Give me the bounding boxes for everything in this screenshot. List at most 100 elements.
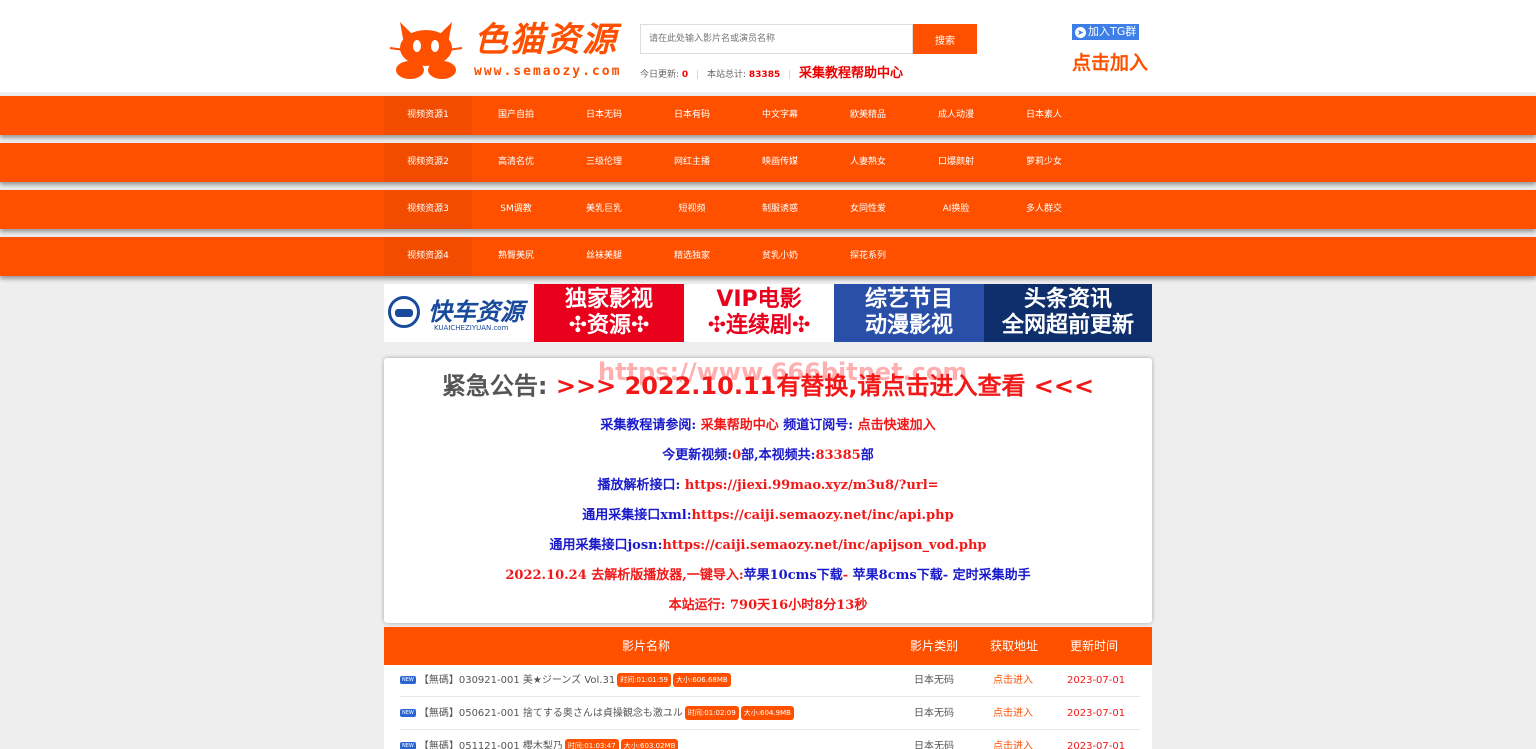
nav-item[interactable]: 人妻熟女 bbox=[824, 143, 912, 182]
duration-tag: 时间:01:03:47 bbox=[564, 739, 619, 749]
nav-item[interactable]: 熟臀美尻 bbox=[472, 237, 560, 276]
notice-line-uptime: 本站运行: 790天16小时8分13秒 bbox=[384, 594, 1152, 613]
player-note: 2022.10.24 去解析版播放器,一键导入: bbox=[505, 568, 744, 583]
uptime-value: 790天16小时8分13秒 bbox=[729, 598, 868, 613]
nav-item[interactable]: 映画传媒 bbox=[736, 143, 824, 182]
row-title: NEW 【無碼】050621-001 捨てする奥さんは貞操観念も激ユル 时间:01:… bbox=[400, 698, 794, 730]
nav-item[interactable]: 美乳巨乳 bbox=[560, 190, 648, 229]
nav-item[interactable]: 探花系列 bbox=[824, 237, 912, 276]
new-badge: NEW bbox=[400, 742, 416, 749]
nav-item[interactable]: AI换脸 bbox=[912, 190, 1000, 229]
nav-item[interactable]: 口爆颜射 bbox=[912, 143, 1000, 182]
banner-segment: VIP电影 ✣连续剧✣ bbox=[684, 284, 834, 342]
nav-item[interactable]: 成人动漫 bbox=[912, 96, 1000, 135]
json-api-url[interactable]: https://caiji.semaozy.net/inc/apijson_vo… bbox=[662, 538, 986, 553]
row-date: 2023-07-01 bbox=[1067, 708, 1126, 719]
quick-join-link[interactable]: 点击快速加入 bbox=[858, 418, 936, 433]
banner-text: ✣连续剧✣ bbox=[707, 313, 811, 338]
site-header: 色猫资源 www.semaozy.com 搜索 今日更新: 0 | 本站总计: … bbox=[0, 0, 1536, 92]
nav-item[interactable]: 精选独家 bbox=[648, 237, 736, 276]
duration-tag: 时间:01:01:59 bbox=[617, 673, 671, 687]
nav-item[interactable]: 视频资源3 bbox=[384, 190, 472, 229]
banner-brand-sub: KUAICHEZIYUAN.com bbox=[434, 324, 509, 332]
today-videos-label: 今更新视频: bbox=[662, 448, 733, 463]
nav-item[interactable]: 贫乳小奶 bbox=[736, 237, 824, 276]
nav-item[interactable]: 日本无码 bbox=[560, 96, 648, 135]
cms8-download-link[interactable]: 苹果8cms下载 bbox=[853, 568, 943, 583]
banner-segment: 独家影视 ✣资源✣ bbox=[534, 284, 684, 342]
parser-label: 播放解析接口: bbox=[597, 478, 681, 493]
nav-item[interactable]: 丝袜美腿 bbox=[560, 237, 648, 276]
total-videos-count: 83385 bbox=[815, 448, 861, 463]
parser-url[interactable]: https://jiexi.99mao.xyz/m3u8/?url= bbox=[685, 478, 939, 493]
nav-item[interactable]: 高清名优 bbox=[472, 143, 560, 182]
nav-item[interactable]: 女同性爱 bbox=[824, 190, 912, 229]
nav-item[interactable]: 日本素人 bbox=[1000, 96, 1088, 135]
car-icon bbox=[388, 296, 420, 328]
banner-text: 综艺节目 bbox=[864, 287, 953, 312]
nav-item[interactable]: 中文字幕 bbox=[736, 96, 824, 135]
size-tag: 大小:603.02MB bbox=[620, 739, 679, 749]
ad-banner[interactable]: 快车资源 KUAICHEZIYUAN.com 独家影视 ✣资源✣ VIP电影 ✣… bbox=[384, 284, 1152, 342]
nav-item[interactable]: 网红主播 bbox=[648, 143, 736, 182]
nav-item[interactable]: 日本有码 bbox=[648, 96, 736, 135]
nav-item[interactable]: 视频资源2 bbox=[384, 143, 472, 182]
today-videos-count: 0 bbox=[732, 448, 742, 463]
xml-api-label: 通用采集接口xml: bbox=[582, 508, 692, 523]
cms10-download-link[interactable]: 苹果10cms下载 bbox=[744, 568, 843, 583]
nav-row-2: 视频资源2 高清名优 三级伦理 网红主播 映画传媒 人妻熟女 口爆颜射 萝莉少女 bbox=[0, 143, 1536, 182]
video-title-link[interactable]: 【無碼】050621-001 捨てする奥さんは貞操観念も激ユル bbox=[419, 708, 683, 719]
nav-item[interactable]: 三级伦理 bbox=[560, 143, 648, 182]
nav-item[interactable]: SM调教 bbox=[472, 190, 560, 229]
row-date: 2023-07-01 bbox=[1067, 675, 1126, 686]
join-tg-button[interactable]: ➤ 加入TG群 bbox=[1072, 24, 1140, 40]
divider: | bbox=[696, 70, 700, 80]
total-label: 本站总计: bbox=[706, 70, 747, 80]
search-input[interactable] bbox=[640, 24, 913, 54]
logo-url: www.semaozy.com bbox=[474, 64, 622, 79]
notice-line-downloads: 2022.10.24 去解析版播放器,一键导入:苹果10cms下载- 苹果8cm… bbox=[384, 564, 1152, 583]
today-count: 0 bbox=[681, 70, 689, 80]
notice-line-stats: 今更新视频:0部,本视频共:83385部 bbox=[384, 444, 1152, 463]
help-center-link[interactable]: 采集教程帮助中心 bbox=[799, 66, 903, 81]
nav-item[interactable]: 国产自拍 bbox=[472, 96, 560, 135]
nav-item[interactable]: 萝莉少女 bbox=[1000, 143, 1088, 182]
help-center-link[interactable]: 采集帮助中心 bbox=[701, 418, 779, 433]
size-tag: 大小:604.9MB bbox=[740, 706, 794, 720]
logo-title: 色猫资源 bbox=[474, 20, 618, 60]
banner-brand-title: 快车资源 bbox=[428, 298, 524, 326]
video-title-link[interactable]: 【無碼】030921-001 美★ジーンズ Vol.31 bbox=[419, 675, 615, 686]
total-count: 83385 bbox=[748, 70, 781, 80]
site-logo[interactable]: 色猫资源 www.semaozy.com bbox=[384, 14, 632, 84]
nav-item[interactable]: 制服诱惑 bbox=[736, 190, 824, 229]
nav-item[interactable]: 视频资源4 bbox=[384, 237, 472, 276]
separator: - bbox=[842, 568, 853, 583]
banner-text: 头条资讯 bbox=[1023, 287, 1112, 312]
enter-link[interactable]: 点击进入 bbox=[993, 665, 1033, 697]
enter-link[interactable]: 点击进入 bbox=[993, 731, 1033, 749]
notice-line-xml-api: 通用采集接口xml:https://caiji.semaozy.net/inc/… bbox=[384, 504, 1152, 523]
table-header: 影片名称 影片类别 获取地址 更新时间 bbox=[384, 627, 1152, 665]
scheduler-link[interactable]: - 定时采集助手 bbox=[943, 568, 1031, 583]
header-link: 获取地址 bbox=[990, 639, 1039, 653]
nav-item[interactable]: 视频资源1 bbox=[384, 96, 472, 135]
row-title: NEW 【無碼】051121-001 櫻木梨乃 时间:01:03:47 大小:603.… bbox=[400, 731, 679, 749]
announcement-link[interactable]: >>> 2022.10.11有替换,请点击进入查看 <<< bbox=[556, 372, 1094, 400]
uptime-label: 本站运行: bbox=[668, 598, 726, 613]
table-row: NEW 【無碼】050621-001 捨てする奥さんは貞操観念も激ユル 时间:01:… bbox=[400, 698, 1140, 730]
click-join-link[interactable]: 点击加入 bbox=[1072, 48, 1148, 75]
notice-line-json-api: 通用采集接口josn:https://caiji.semaozy.net/inc… bbox=[384, 534, 1152, 553]
nav-item[interactable]: 多人群交 bbox=[1000, 190, 1088, 229]
nav-item[interactable]: 短视频 bbox=[648, 190, 736, 229]
row-title: NEW 【無碼】030921-001 美★ジーンズ Vol.31 时间:01:01:… bbox=[400, 665, 731, 697]
new-badge: NEW bbox=[400, 676, 416, 684]
unit-label: 部 bbox=[860, 448, 874, 463]
search-button[interactable]: 搜索 bbox=[913, 24, 977, 54]
enter-link[interactable]: 点击进入 bbox=[993, 698, 1033, 730]
xml-api-url[interactable]: https://caiji.semaozy.net/inc/api.php bbox=[692, 508, 954, 523]
video-title-link[interactable]: 【無碼】051121-001 櫻木梨乃 bbox=[419, 741, 563, 749]
nav-item[interactable]: 欧美精品 bbox=[824, 96, 912, 135]
subscribe-label: 频道订阅号: bbox=[783, 418, 854, 433]
header-updated: 更新时间 bbox=[1070, 639, 1119, 653]
notice-line-parser: 播放解析接口: https://jiexi.99mao.xyz/m3u8/?ur… bbox=[384, 474, 1152, 493]
